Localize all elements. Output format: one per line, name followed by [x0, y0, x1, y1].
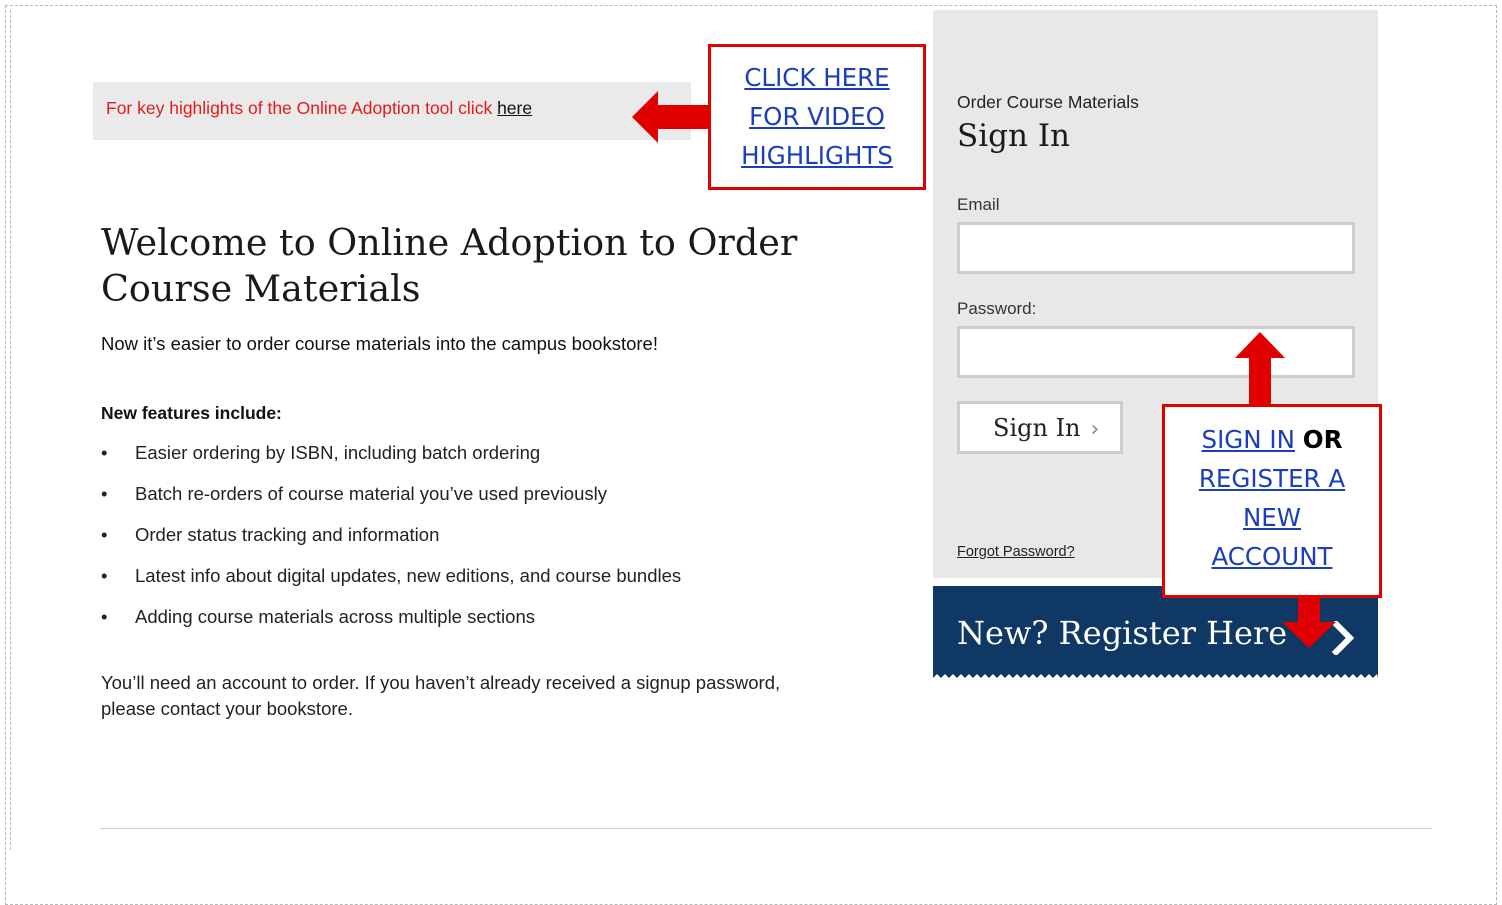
signin-register-callout: SIGN IN OR REGISTER A NEW ACCOUNT	[1162, 404, 1382, 598]
video-highlights-callout: CLICK HERE FOR VIDEO HIGHLIGHTS	[708, 44, 926, 190]
bullet-icon: •	[101, 565, 108, 586]
email-label: Email	[957, 195, 1000, 214]
callout-signin-link[interactable]: SIGN IN	[1202, 425, 1295, 454]
page-frame-inner-border	[10, 10, 11, 850]
bullet-icon: •	[101, 442, 108, 463]
callout-register-line-2: NEW	[1242, 503, 1302, 532]
chevron-right-icon: ›	[1090, 416, 1100, 442]
callout-register-link[interactable]: REGISTER A NEW ACCOUNT	[1199, 464, 1345, 571]
list-item: • Order status tracking and information	[101, 514, 681, 555]
features-heading: New features include:	[101, 403, 282, 423]
feature-text: Order status tracking and information	[135, 524, 440, 545]
password-label: Password:	[957, 299, 1037, 318]
video-highlights-line-1: CLICK HERE	[744, 63, 890, 92]
signin-button[interactable]: Sign In ›	[957, 401, 1123, 454]
zigzag-edge	[933, 674, 1378, 682]
list-item: • Latest info about digital updates, new …	[101, 555, 681, 596]
email-field[interactable]	[957, 222, 1355, 274]
password-field[interactable]	[957, 326, 1355, 378]
feature-text: Latest info about digital updates, new e…	[135, 565, 682, 586]
video-highlights-line-2: FOR VIDEO	[749, 102, 885, 131]
highlights-banner-message: For key highlights of the Online Adoptio…	[106, 98, 498, 118]
footer-divider	[100, 828, 1432, 829]
register-label: New? Register Here	[957, 614, 1288, 652]
list-item: • Batch re-orders of course material you’…	[101, 473, 681, 514]
highlights-here-link[interactable]: here	[497, 98, 532, 118]
callout-register-line-3: ACCOUNT	[1211, 542, 1333, 571]
callout-or-text: OR	[1302, 425, 1343, 454]
arrow-down-icon	[1282, 596, 1336, 648]
bullet-icon: •	[101, 606, 108, 627]
callout-register-line-1: REGISTER A	[1198, 464, 1346, 493]
list-item: • Easier ordering by ISBN, including batc…	[101, 432, 681, 473]
arrow-left-icon	[632, 91, 710, 143]
signin-panel-subtitle: Order Course Materials	[957, 92, 1139, 112]
features-list: • Easier ordering by ISBN, including batc…	[101, 432, 681, 637]
feature-text: Adding course materials across multiple …	[135, 606, 535, 627]
bullet-icon: •	[101, 524, 108, 545]
account-note: You’ll need an account to order. If you …	[101, 672, 781, 719]
video-highlights-line-3: HIGHLIGHTS	[741, 141, 893, 170]
arrow-up-icon	[1235, 332, 1285, 408]
page-title: Welcome to Online Adoption to Order Cour…	[101, 221, 798, 310]
signin-button-label: Sign In	[993, 413, 1081, 442]
forgot-password-link[interactable]: Forgot Password?	[957, 544, 1075, 560]
feature-text: Batch re-orders of course material you’v…	[135, 483, 607, 504]
highlights-banner: For key highlights of the Online Adoptio…	[93, 82, 691, 140]
bullet-icon: •	[101, 483, 108, 504]
feature-text: Easier ordering by ISBN, including batch…	[135, 442, 541, 463]
list-item: • Adding course materials across multiple…	[101, 596, 681, 637]
intro-text: Now it’s easier to order course material…	[101, 333, 658, 354]
highlights-banner-text: For key highlights of the Online Adoptio…	[106, 98, 532, 119]
signin-panel-title: Sign In	[957, 118, 1071, 154]
video-highlights-link[interactable]: CLICK HERE FOR VIDEO HIGHLIGHTS	[741, 63, 893, 170]
